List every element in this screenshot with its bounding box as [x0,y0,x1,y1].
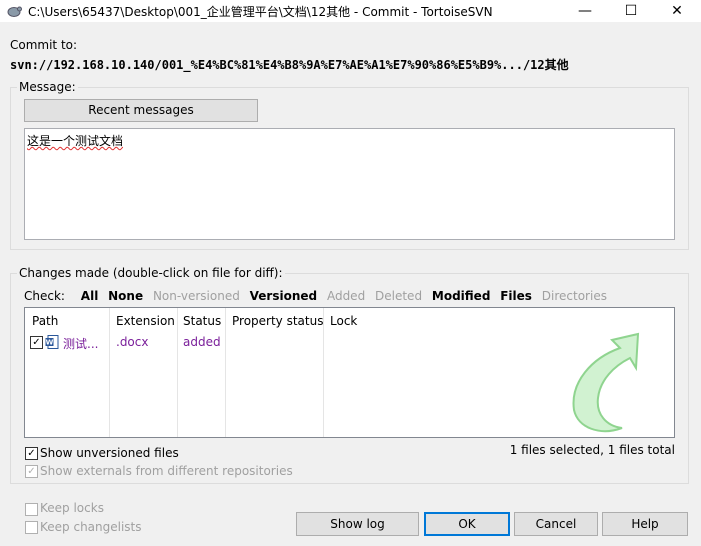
commit-message-input[interactable]: 这是一个测试文档 [24,128,675,240]
check-label: Check: [24,289,65,303]
commit-message-text: 这是一个测试文档 [27,134,124,148]
check-directories-link: Directories [541,289,607,303]
column-divider [177,308,178,437]
tortoisesvn-turtle-icon [7,6,22,17]
check-deleted-link: Deleted [375,289,423,303]
keep-changelists-label: Keep changelists [40,520,142,534]
title-bar: C:\Users\65437\Desktop\001_企业管理平台\文档\12其… [0,0,701,22]
commit-arrow-watermark-icon [572,332,640,433]
files-summary: 1 files selected, 1 files total [509,443,675,457]
ok-button[interactable]: OK [424,512,510,536]
changes-group-label: Changes made (double-click on file for d… [19,266,283,280]
maximize-button[interactable]: ☐ [608,0,654,22]
show-externals-checkbox: ✓ [25,465,38,478]
check-versioned-link[interactable]: Versioned [250,289,317,303]
repository-url: svn://192.168.10.140/001_%E4%BC%81%E4%B8… [10,58,569,72]
svg-text:W: W [46,339,54,347]
row-path: 测试... [63,337,99,351]
column-header-property-status[interactable]: Property status [232,314,323,328]
check-non-versioned-link: Non-versioned [152,289,240,303]
check-none-link[interactable]: None [108,289,143,303]
check-files-link[interactable]: Files [500,289,532,303]
check-modified-link[interactable]: Modified [432,289,491,303]
check-all-link[interactable]: All [81,289,99,303]
keep-locks-checkbox [25,503,38,516]
show-log-button[interactable]: Show log [296,512,419,536]
minimize-button[interactable]: — [562,0,608,22]
column-header-status[interactable]: Status [183,314,221,328]
show-unversioned-label: Show unversioned files [40,446,179,460]
keep-locks-label: Keep locks [40,501,104,515]
show-externals-label: Show externals from different repositori… [40,464,293,478]
column-header-extension[interactable]: Extension [116,314,175,328]
close-button[interactable]: ✕ [654,0,700,22]
message-group-label: Message: [19,80,76,94]
window-title: C:\Users\65437\Desktop\001_企业管理平台\文档\12其… [28,5,493,19]
check-added-link: Added [326,289,366,303]
column-header-lock[interactable]: Lock [330,314,357,328]
column-divider [323,308,324,437]
check-filter-row: Check: All None Non-versioned Versioned … [24,289,613,305]
show-unversioned-checkbox[interactable]: ✓ [25,447,38,460]
word-doc-icon: W [45,335,59,349]
help-button[interactable]: Help [602,512,688,536]
column-divider [109,308,110,437]
row-extension: .docx [116,335,149,349]
recent-messages-button[interactable]: Recent messages [24,99,258,122]
keep-changelists-checkbox [25,521,38,534]
row-checkbox[interactable]: ✓ [30,336,43,349]
column-header-path[interactable]: Path [32,314,58,328]
column-divider [225,308,226,437]
cancel-button[interactable]: Cancel [514,512,598,536]
row-status: added [183,335,221,349]
commit-to-label: Commit to: [10,38,78,52]
